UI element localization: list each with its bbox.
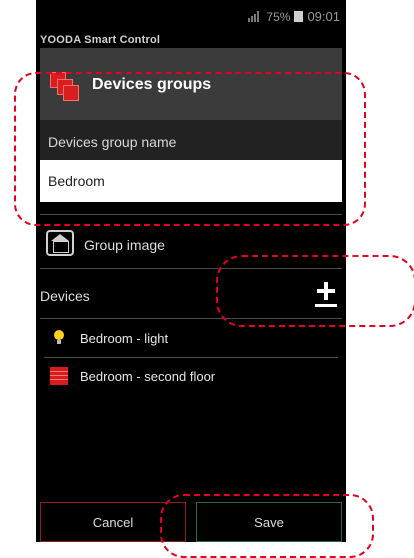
battery-icon: [294, 11, 304, 22]
clock: 09:01: [307, 9, 340, 24]
signal-icon: [248, 11, 262, 22]
device-name: Bedroom - second floor: [80, 369, 216, 384]
devices-label: Devices: [40, 288, 90, 304]
annotation-add-device-callout: [216, 255, 414, 327]
app-title: YOODA Smart Control: [40, 34, 161, 46]
device-item[interactable]: Bedroom - second floor: [40, 358, 342, 396]
status-bar: 75% 09:01: [36, 0, 346, 30]
blind-icon: [50, 367, 68, 385]
device-name: Bedroom - light: [80, 331, 169, 346]
annotation-header-callout: [14, 72, 366, 226]
annotation-save-callout: [160, 494, 374, 558]
house-image-icon: [46, 230, 74, 256]
bulb-icon: [54, 330, 64, 344]
group-image-label: Group image: [84, 237, 165, 253]
battery-percent: 75%: [266, 9, 291, 24]
